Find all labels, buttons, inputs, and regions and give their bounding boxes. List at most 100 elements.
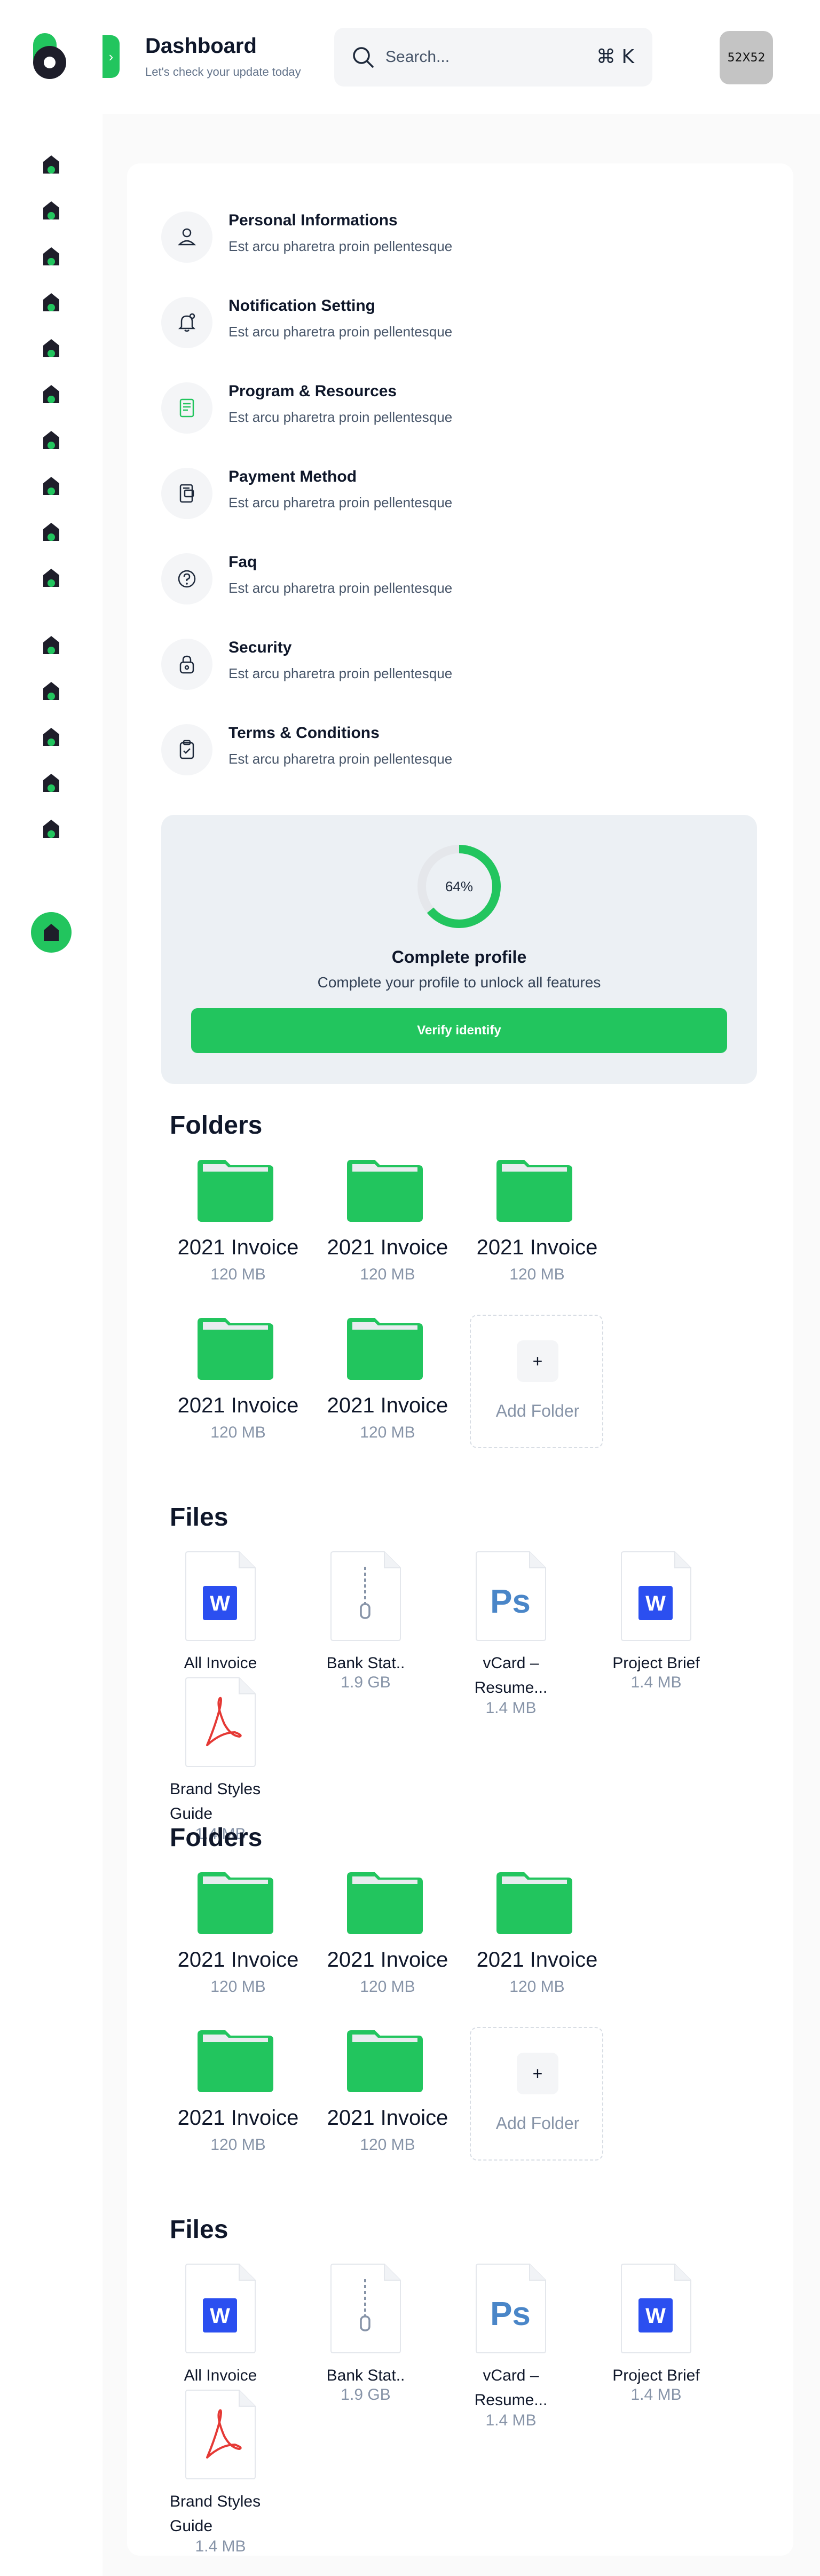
- file-item[interactable]: W All Invoice: [170, 2263, 277, 2407]
- nav-item-home-active[interactable]: [31, 912, 72, 953]
- sidebar-toggle-button[interactable]: ›: [102, 35, 120, 78]
- nav-item-12[interactable]: [41, 680, 62, 702]
- avatar[interactable]: 52X52: [720, 31, 773, 84]
- nav-item-4[interactable]: [41, 292, 62, 313]
- folder-size: 120 MB: [509, 1978, 565, 1996]
- word-file-icon: W: [621, 2264, 691, 2353]
- home-icon: [43, 682, 59, 700]
- file-item[interactable]: W Project Brief 1.4 MB: [605, 1551, 712, 1695]
- file-name: Brand Styles Guide: [170, 1780, 261, 1823]
- folder-size: 120 MB: [360, 1424, 415, 1441]
- nav-item-8[interactable]: [41, 475, 62, 497]
- file-item[interactable]: Brand Styles Guide 1.4 MB: [170, 2389, 277, 2555]
- file-name: All Invoice: [184, 1654, 257, 1672]
- folders-heading: Folders: [170, 1824, 263, 1852]
- files-heading: Files: [170, 1503, 228, 1532]
- folder-item[interactable]: 2021 Invoice 120 MB: [169, 2029, 308, 2168]
- add-folder-label: Add Folder: [495, 1401, 580, 1420]
- file-item[interactable]: Ps vCard – Resume... 1.4 MB: [460, 2263, 567, 2429]
- folder-name: 2021 Invoice: [327, 1394, 448, 1417]
- folder-item[interactable]: 2021 Invoice 120 MB: [468, 1159, 606, 1298]
- search-shortcut-hint: ⌘ K: [596, 46, 634, 68]
- search-input[interactable]: [385, 46, 588, 68]
- folder-name: 2021 Invoice: [327, 1948, 448, 1972]
- settings-item-terms-conditions[interactable]: Terms & Conditions Est arcu pharetra proi…: [161, 719, 642, 777]
- lock-icon: [179, 655, 194, 674]
- zip-file-icon: [330, 2264, 401, 2353]
- profile-subtitle: Complete your profile to unlock all feat…: [317, 974, 601, 991]
- folder-item[interactable]: 2021 Invoice 120 MB: [468, 1871, 606, 2010]
- nav-item-2[interactable]: [41, 200, 62, 221]
- folder-size: 120 MB: [360, 1978, 415, 1996]
- settings-item-personal-informations[interactable]: Personal Informations Est arcu pharetra p…: [161, 206, 642, 265]
- folder-item[interactable]: 2021 Invoice 120 MB: [318, 1317, 457, 1456]
- search-icon: [353, 47, 374, 68]
- folder-item[interactable]: 2021 Invoice 120 MB: [318, 2029, 457, 2168]
- file-name: vCard – Resume...: [474, 1654, 548, 1697]
- nav-item-3[interactable]: [41, 246, 62, 267]
- settings-item-title: Security: [228, 639, 292, 656]
- folder-size: 120 MB: [210, 1978, 266, 1996]
- nav-item-11[interactable]: [41, 634, 62, 656]
- settings-item-subtitle: Est arcu pharetra proin pellentesque: [228, 665, 453, 681]
- file-item[interactable]: Bank Stat.. 1.9 GB: [315, 2263, 422, 2407]
- home-icon: [43, 293, 59, 311]
- settings-item-payment-method[interactable]: Payment Method Est arcu pharetra proin pe…: [161, 462, 642, 521]
- folder-icon: [496, 1872, 572, 1934]
- folder-name: 2021 Invoice: [177, 1394, 299, 1417]
- zip-file-icon: [330, 1551, 401, 1641]
- folder-size: 120 MB: [360, 2136, 415, 2154]
- top-header: › Dashboard Let's check your update toda…: [102, 0, 820, 114]
- nav-item-7[interactable]: [41, 429, 62, 451]
- folder-icon: [198, 1872, 273, 1934]
- file-name: Brand Styles Guide: [170, 2493, 261, 2535]
- folder-item[interactable]: 2021 Invoice 120 MB: [169, 1871, 308, 2010]
- settings-item-notification-setting[interactable]: Notification Setting Est arcu pharetra pr…: [161, 292, 642, 350]
- file-item[interactable]: Bank Stat.. 1.9 GB: [315, 1551, 422, 1695]
- nav-item-5[interactable]: [41, 337, 62, 359]
- folder-size: 120 MB: [210, 1424, 266, 1441]
- folder-icon: [347, 1318, 423, 1380]
- file-name: Bank Stat..: [326, 1654, 405, 1672]
- add-folder-button[interactable]: + Add Folder: [470, 2027, 603, 2161]
- verify-identity-button[interactable]: Verify identify: [191, 1008, 727, 1053]
- settings-item-program-resources[interactable]: Program & Resources Est arcu pharetra pro…: [161, 377, 642, 436]
- folder-item[interactable]: 2021 Invoice 120 MB: [169, 1159, 308, 1298]
- file-item[interactable]: Brand Styles Guide 1.4 MB: [170, 1677, 277, 1843]
- settings-item-subtitle: Est arcu pharetra proin pellentesque: [228, 324, 453, 340]
- nav-item-15[interactable]: [41, 818, 62, 839]
- word-file-icon: W: [185, 2264, 256, 2353]
- file-name: All Invoice: [184, 2367, 257, 2384]
- nav-item-14[interactable]: [41, 772, 62, 794]
- svg-text:W: W: [645, 1592, 666, 1615]
- settings-item-title: Personal Informations: [228, 211, 398, 229]
- file-item[interactable]: W All Invoice: [170, 1551, 277, 1695]
- file-item[interactable]: Ps vCard – Resume... 1.4 MB: [460, 1551, 567, 1717]
- svg-text:Ps: Ps: [490, 2296, 531, 2332]
- folder-size: 120 MB: [210, 1266, 266, 1283]
- folder-item[interactable]: 2021 Invoice 120 MB: [318, 1159, 457, 1298]
- nav-item-6[interactable]: [41, 383, 62, 405]
- settings-item-title: Notification Setting: [228, 297, 375, 315]
- word-file-icon: W: [621, 1551, 691, 1641]
- settings-item-title: Faq: [228, 553, 257, 571]
- file-name: Project Brief: [612, 1654, 700, 1672]
- nav-item-13[interactable]: [41, 726, 62, 748]
- folder-item[interactable]: 2021 Invoice 120 MB: [318, 1871, 457, 2010]
- file-size: 1.4 MB: [630, 1674, 682, 1691]
- settings-item-faq[interactable]: Faq Est arcu pharetra proin pellentesque: [161, 548, 642, 607]
- home-icon: [43, 728, 59, 746]
- search-bar[interactable]: ⌘ K: [334, 28, 652, 87]
- folder-icon: [496, 1160, 572, 1222]
- settings-item-subtitle: Est arcu pharetra proin pellentesque: [228, 494, 453, 511]
- file-item[interactable]: W Project Brief 1.4 MB: [605, 2263, 712, 2407]
- settings-item-security[interactable]: Security Est arcu pharetra proin pellente…: [161, 633, 642, 692]
- add-folder-button[interactable]: + Add Folder: [470, 1315, 603, 1448]
- nav-item-10[interactable]: [41, 567, 62, 588]
- nav-item-9[interactable]: [41, 521, 62, 543]
- folder-item[interactable]: 2021 Invoice 120 MB: [169, 1317, 308, 1456]
- page-subtitle: Let's check your update today: [145, 65, 301, 78]
- word-file-icon: W: [185, 1551, 256, 1641]
- clipboard-check-icon: [179, 740, 194, 759]
- nav-item-1[interactable]: [41, 154, 62, 175]
